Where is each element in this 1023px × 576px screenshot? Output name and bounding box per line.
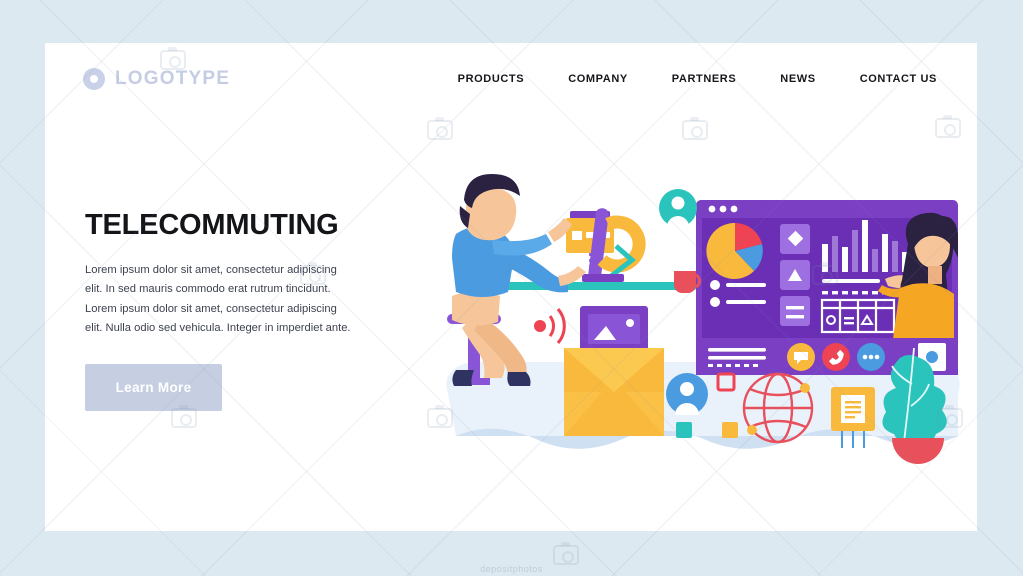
watermark-text: depositphotos <box>480 564 543 574</box>
tile-diamond <box>780 224 810 254</box>
hero-description: Lorem ipsum dolor sit amet, consectetur … <box>85 264 351 334</box>
more-button <box>857 343 885 371</box>
window-dot-2 <box>719 205 727 213</box>
landing-page-card: LOGOTYPE PRODUCTS COMPANY PARTNERS NEWS … <box>45 43 977 531</box>
ring-logo-icon <box>83 68 105 90</box>
coffee-cup <box>674 271 701 293</box>
video-call-window <box>696 200 958 375</box>
nav-link-products[interactable]: PRODUCTS <box>458 73 525 85</box>
site-header: LOGOTYPE PRODUCTS COMPANY PARTNERS NEWS … <box>45 43 977 115</box>
telecommuting-illustration <box>430 148 975 478</box>
chat-button <box>787 343 815 371</box>
hero-section: TELECOMMUTING Lorem ipsum dolor sit amet… <box>85 209 385 412</box>
window-dot-1 <box>708 205 716 213</box>
nav-link-company[interactable]: COMPANY <box>568 73 628 85</box>
avatar-badge-teal <box>659 189 697 227</box>
brand-name: LOGOTYPE <box>115 68 231 89</box>
wifi-signal-icon <box>534 308 566 344</box>
tile-triangle <box>780 260 810 290</box>
document-icon <box>831 387 875 448</box>
nav-link-contact-us[interactable]: CONTACT US <box>860 73 937 85</box>
avatar-badge-blue <box>666 373 708 415</box>
main-navigation: PRODUCTS COMPANY PARTNERS NEWS CONTACT U… <box>458 73 937 85</box>
hangup-button <box>822 343 850 371</box>
email-envelope <box>564 306 664 436</box>
pie-chart <box>706 222 763 279</box>
page-title: TELECOMMUTING <box>85 209 339 241</box>
window-dot-3 <box>730 205 738 213</box>
brand-logo[interactable]: LOGOTYPE <box>83 68 230 90</box>
nav-link-news[interactable]: NEWS <box>780 73 815 85</box>
tile-lines <box>780 296 810 326</box>
learn-more-button[interactable]: Learn More <box>85 364 222 412</box>
nav-link-partners[interactable]: PARTNERS <box>672 73 737 85</box>
watermark-camera-icon <box>553 542 579 565</box>
